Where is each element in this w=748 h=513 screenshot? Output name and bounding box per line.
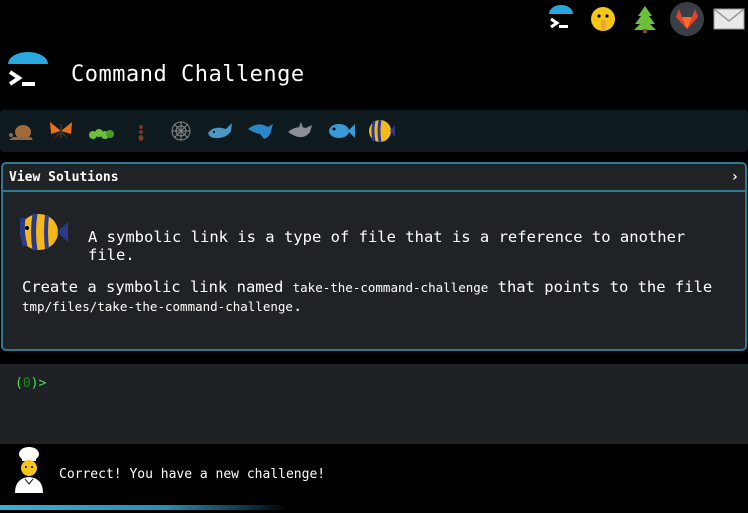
link-name-code: take-the-command-challenge [292,280,489,295]
whale-icon[interactable] [206,116,236,146]
page-title: Command Challenge [71,62,305,87]
level-icon-strip [0,110,748,152]
view-solutions-toggle[interactable]: View Solutions › [3,164,745,192]
task-middle: that points to the file [488,278,713,296]
progress-bar-fill [0,505,412,510]
chevron-right-icon: › [730,169,739,185]
gitlab-icon[interactable] [670,2,704,36]
tropical-fish-icon[interactable] [366,116,396,146]
prompt-counter: 0 [22,376,31,391]
task-suffix: . [292,297,303,315]
chef-avatar-icon [12,446,46,494]
dolphin-gray-icon[interactable] [286,116,316,146]
ant-icon[interactable] [126,116,156,146]
shushing-face-icon[interactable] [586,2,620,36]
terminal-input[interactable] [52,372,732,392]
prompt-close: )> [30,376,47,391]
butterfly-icon[interactable] [46,116,76,146]
fish-icon[interactable] [326,116,356,146]
top-icon-bar [544,2,746,36]
terminal-prompt: (0)> [15,376,46,391]
spider-web-icon[interactable] [166,116,196,146]
caterpillar-icon[interactable] [86,116,116,146]
tropical-fish-level-icon [15,208,69,256]
challenge-panel: View Solutions › A symbolic link is a ty… [1,162,747,351]
status-message: Correct! You have a new challenge! [59,467,326,482]
terminal-brand-icon[interactable] [544,2,578,36]
terminal[interactable]: (0)> [0,364,748,444]
mail-icon[interactable] [712,2,746,36]
task-prefix: Create a symbolic link named [22,278,293,296]
snail-icon[interactable] [6,116,36,146]
dolphin-icon[interactable] [246,116,276,146]
header: Command Challenge [0,44,748,104]
target-path-code: tmp/files/take-the-command-challenge [22,299,293,314]
progress-bar [0,505,748,510]
command-challenge-logo-icon[interactable] [6,50,50,92]
view-solutions-label: View Solutions [9,169,119,185]
tree-icon[interactable] [628,2,662,36]
challenge-description: A symbolic link is a type of file that i… [88,228,686,264]
prompt-open: ( [15,376,23,391]
challenge-task: Create a symbolic link named take-the-co… [22,278,742,316]
